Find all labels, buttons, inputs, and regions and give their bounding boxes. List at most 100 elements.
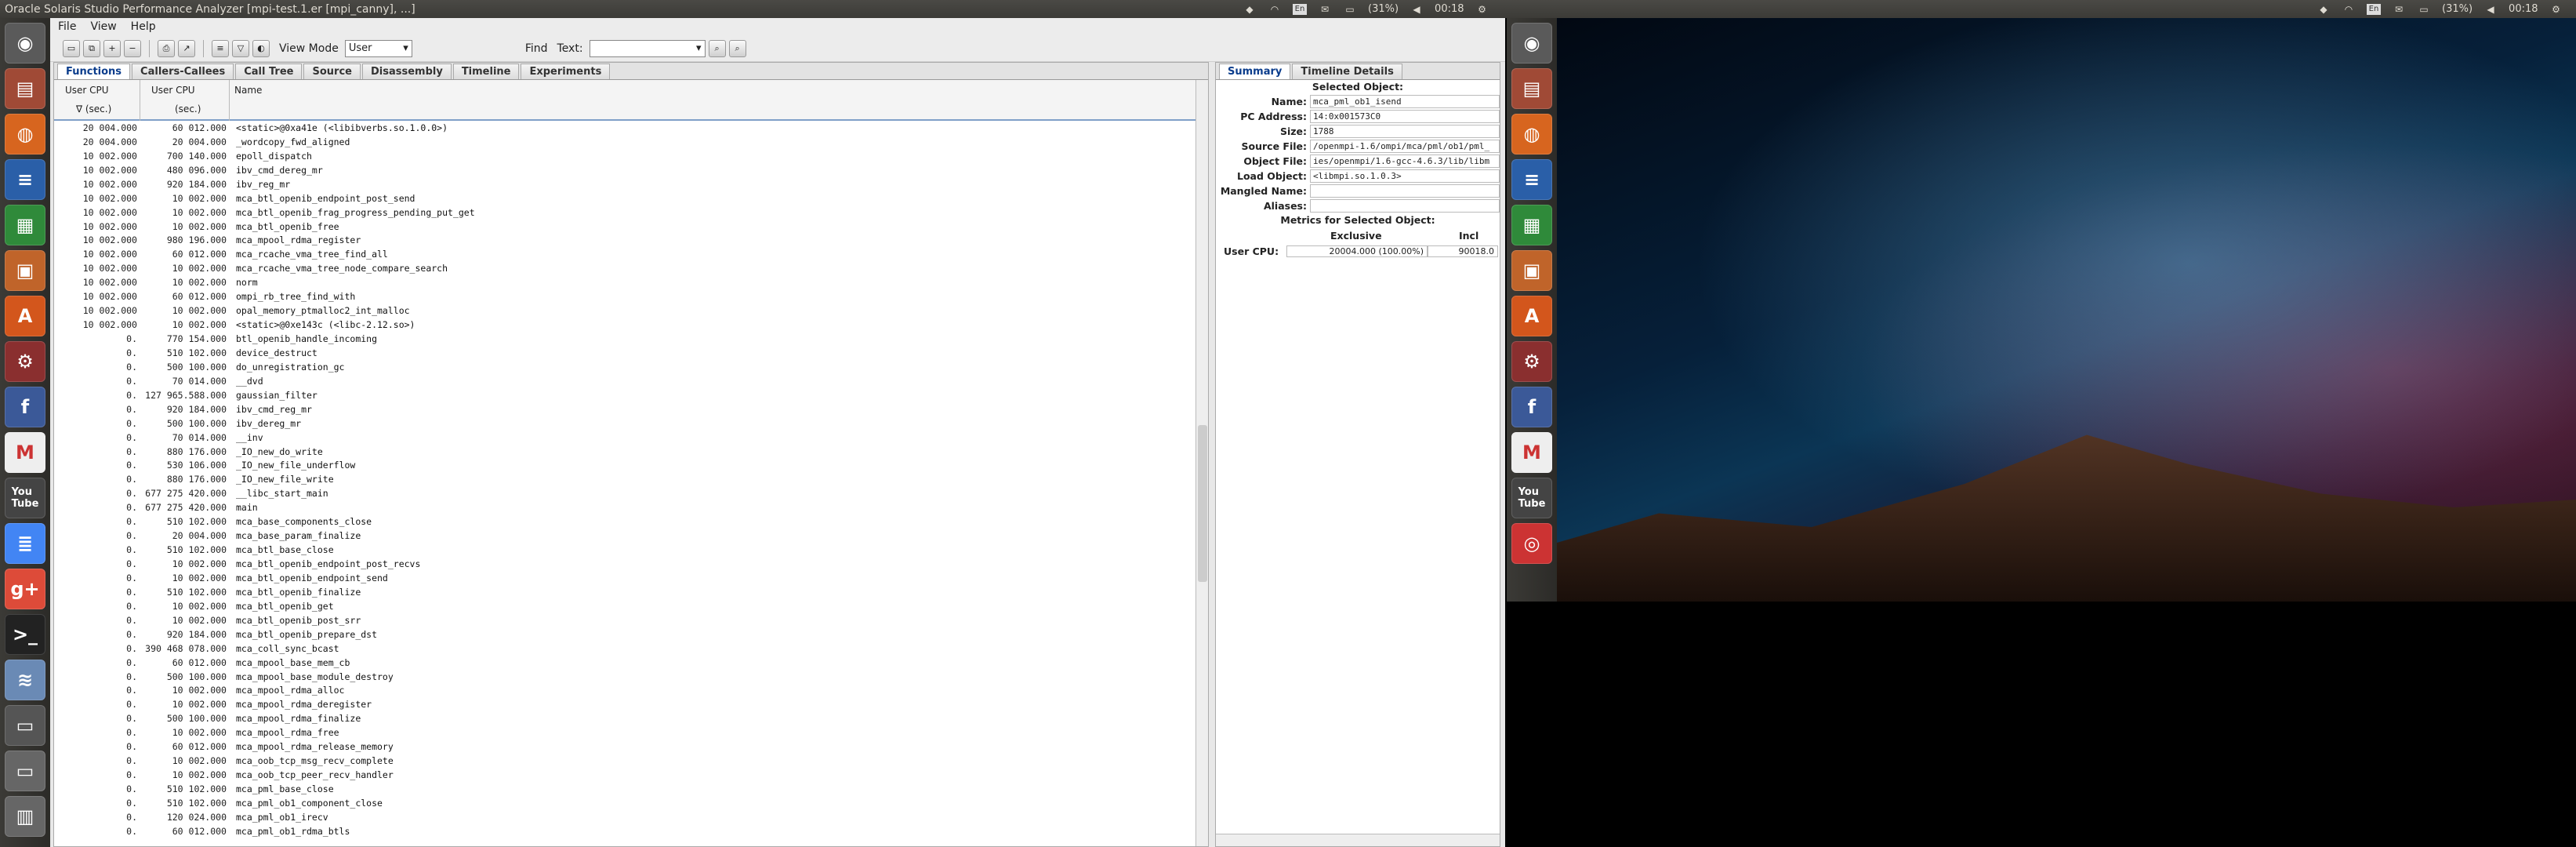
- software-center-icon[interactable]: A: [5, 296, 45, 336]
- files-icon[interactable]: ▤: [5, 68, 45, 109]
- view-mode-select[interactable]: User ▾: [344, 39, 412, 57]
- table-row[interactable]: 0. 10 002.000 mca_btl_openib_endpoint_post…: [54, 557, 1195, 571]
- table-row[interactable]: 0. 880 176.000 _IO_new_do_write: [54, 445, 1195, 459]
- tab-timeline-details[interactable]: Timeline Details: [1292, 64, 1402, 79]
- table-row[interactable]: 10 002.000 60 012.000 mca_rcache_vma_tree_…: [54, 247, 1195, 261]
- table-row[interactable]: 0. 127 965.588.000 gaussian_filter: [54, 388, 1195, 402]
- volume-icon[interactable]: ◀: [2483, 4, 2498, 15]
- table-row[interactable]: 10 002.000 920 184.000 ibv_reg_mr: [54, 177, 1195, 191]
- facebook-icon[interactable]: f: [5, 387, 45, 427]
- terminal-icon[interactable]: >_: [5, 614, 45, 655]
- summary-field-value[interactable]: 14:0x001573C0: [1310, 110, 1500, 123]
- table-row[interactable]: 0. 510 102.000 mca_btl_openib_finalize: [54, 585, 1195, 599]
- table-row[interactable]: 0. 510 102.000 mca_btl_base_close: [54, 543, 1195, 557]
- find-next-icon[interactable]: ⌕: [708, 39, 726, 57]
- scroll-thumb[interactable]: [1198, 425, 1207, 582]
- find-prev-icon[interactable]: ⌕: [728, 39, 746, 57]
- battery-icon[interactable]: ▭: [2417, 4, 2431, 15]
- table-row[interactable]: 0. 500 100.000 do_unregistration_gc: [54, 360, 1195, 374]
- keyboard-icon[interactable]: En: [2367, 3, 2381, 15]
- col-incl-user-cpu[interactable]: User CPU (sec.): [140, 80, 230, 121]
- table-row[interactable]: 0. 510 102.000 mca_pml_base_close: [54, 782, 1195, 796]
- mail-icon[interactable]: ✉: [2392, 4, 2406, 15]
- table-row[interactable]: 10 002.000 10 002.000 mca_btl_openib_frag_…: [54, 205, 1195, 220]
- table-row[interactable]: 0. 510 102.000 device_destruct: [54, 346, 1195, 360]
- table-row[interactable]: 20 004.000 60 012.000 <static>@0xa41e (<li…: [54, 121, 1195, 135]
- analyzer-icon[interactable]: ◎: [1511, 523, 1552, 564]
- settings-icon[interactable]: ⚙: [1511, 341, 1552, 382]
- drive2-icon[interactable]: ▭: [5, 751, 45, 791]
- table-row[interactable]: 10 002.000 10 002.000 <static>@0xe143c (<l…: [54, 318, 1195, 332]
- color-icon[interactable]: ◐: [252, 39, 270, 57]
- tab-disassembly[interactable]: Disassembly: [361, 64, 452, 79]
- summary-field-value[interactable]: [1310, 184, 1500, 198]
- table-row[interactable]: 20 004.000 20 004.000 _wordcopy_fwd_aligne…: [54, 135, 1195, 149]
- find-text-input[interactable]: ▾: [589, 39, 706, 57]
- horizontal-scrollbar[interactable]: [1216, 834, 1500, 846]
- impress-icon[interactable]: ▣: [5, 250, 45, 291]
- tab-callers-callees[interactable]: Callers-Callees: [132, 64, 234, 79]
- drop-icon[interactable]: −: [124, 39, 141, 57]
- table-row[interactable]: 0. 920 184.000 ibv_cmd_reg_mr: [54, 402, 1195, 416]
- youtube-icon[interactable]: You Tube: [1511, 478, 1552, 518]
- table-row[interactable]: 0. 20 004.000 mca_base_param_finalize: [54, 529, 1195, 543]
- clock[interactable]: 00:18: [1435, 3, 1464, 15]
- settings-icon[interactable]: ⚙: [5, 341, 45, 382]
- table-row[interactable]: 10 002.000 10 002.000 mca_btl_openib_free: [54, 220, 1195, 234]
- firefox-icon[interactable]: ◍: [1511, 114, 1552, 154]
- keyboard-icon[interactable]: En: [1293, 3, 1307, 15]
- mail-icon[interactable]: ✉: [1318, 4, 1332, 15]
- table-row[interactable]: 10 002.000 10 002.000 opal_memory_ptmalloc…: [54, 304, 1195, 318]
- ubuntu-dash-icon[interactable]: ◉: [1511, 23, 1552, 64]
- compare-icon[interactable]: ⧉: [83, 39, 100, 57]
- analyzer-icon[interactable]: ≋: [5, 660, 45, 700]
- table-row[interactable]: 0. 770 154.000 btl_openib_handle_incoming: [54, 332, 1195, 346]
- table-row[interactable]: 0. 10 002.000 mca_mpool_rdma_alloc: [54, 684, 1195, 698]
- table-row[interactable]: 0. 10 002.000 mca_mpool_rdma_deregister: [54, 697, 1195, 711]
- table-row[interactable]: 10 002.000 980 196.000 mca_mpool_rdma_regi…: [54, 234, 1195, 248]
- table-row[interactable]: 0. 70 014.000 __inv: [54, 431, 1195, 445]
- table-row[interactable]: 0. 880 176.000 _IO_new_file_write: [54, 472, 1195, 486]
- summary-field-value[interactable]: <libmpi.so.1.0.3>: [1310, 169, 1500, 183]
- summary-field-value[interactable]: /openmpi-1.6/ompi/mca/pml/ob1/pml_: [1310, 140, 1500, 153]
- summary-field-value[interactable]: ies/openmpi/1.6-gcc-4.6.3/lib/libm: [1310, 154, 1500, 168]
- software-center-icon[interactable]: A: [1511, 296, 1552, 336]
- table-row[interactable]: 0. 500 100.000 mca_mpool_base_module_destr…: [54, 670, 1195, 684]
- table-row[interactable]: 10 002.000 60 012.000 ompi_rb_tree_find_wi…: [54, 289, 1195, 304]
- tab-source[interactable]: Source: [303, 64, 361, 79]
- tab-functions[interactable]: Functions: [57, 64, 131, 79]
- table-row[interactable]: 0. 60 012.000 mca_mpool_base_mem_cb: [54, 656, 1195, 670]
- clock[interactable]: 00:18: [2509, 3, 2538, 15]
- filter-icon[interactable]: ▽: [232, 39, 249, 57]
- table-row[interactable]: 0. 677 275 420.000 main: [54, 500, 1195, 514]
- table-row[interactable]: 0. 500 100.000 ibv_dereg_mr: [54, 416, 1195, 431]
- firefox-icon[interactable]: ◍: [5, 114, 45, 154]
- menu-view[interactable]: View: [90, 20, 116, 33]
- writer-icon[interactable]: ≡: [5, 159, 45, 200]
- table-row[interactable]: 0. 10 002.000 mca_mpool_rdma_free: [54, 725, 1195, 740]
- trash-icon[interactable]: ▥: [5, 796, 45, 837]
- tab-summary[interactable]: Summary: [1219, 64, 1291, 79]
- table-row[interactable]: 0. 500 100.000 mca_mpool_rdma_finalize: [54, 711, 1195, 725]
- wifi-icon[interactable]: ◠: [2342, 4, 2356, 15]
- table-row[interactable]: 0. 510 102.000 mca_pml_ob1_component_close: [54, 796, 1195, 810]
- summary-field-value[interactable]: [1310, 199, 1500, 213]
- table-row[interactable]: 0. 510 102.000 mca_base_components_close: [54, 514, 1195, 529]
- ubuntu-dash-icon[interactable]: ◉: [5, 23, 45, 64]
- table-row[interactable]: 10 002.000 10 002.000 mca_btl_openib_endpo…: [54, 191, 1195, 205]
- impress-icon[interactable]: ▣: [1511, 250, 1552, 291]
- tab-call-tree[interactable]: Call Tree: [235, 64, 303, 79]
- tab-experiments[interactable]: Experiments: [521, 64, 611, 79]
- table-row[interactable]: 0. 60 012.000 mca_mpool_rdma_release_memor…: [54, 740, 1195, 754]
- table-row[interactable]: 10 002.000 480 096.000 ibv_cmd_dereg_mr: [54, 163, 1195, 177]
- table-row[interactable]: 0. 390 468 078.000 mca_coll_sync_bcast: [54, 642, 1195, 656]
- table-row[interactable]: 0. 10 002.000 mca_oob_tcp_msg_recv_complet…: [54, 754, 1195, 768]
- table-row[interactable]: 0. 60 012.000 mca_pml_ob1_rdma_btls: [54, 824, 1195, 838]
- summary-field-value[interactable]: 1788: [1310, 125, 1500, 138]
- table-row[interactable]: 0. 70 014.000 __dvd: [54, 374, 1195, 388]
- dropbox-icon[interactable]: ◆: [1243, 4, 1257, 15]
- menu-file[interactable]: File: [58, 20, 76, 33]
- facebook-icon[interactable]: f: [1511, 387, 1552, 427]
- col-excl-user-cpu[interactable]: User CPU ∇ (sec.): [54, 80, 140, 121]
- print-icon[interactable]: ⎙: [158, 39, 175, 57]
